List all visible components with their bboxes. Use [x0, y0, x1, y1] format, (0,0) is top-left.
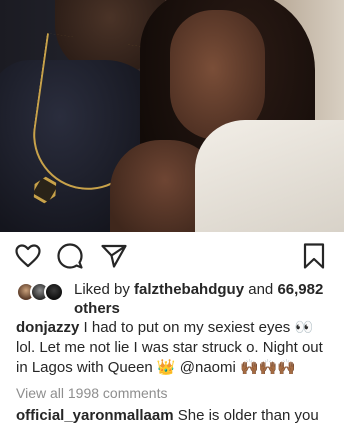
likes-summary[interactable]: Liked by falzthebahdguy and 66,982 others: [16, 280, 336, 320]
post-photo[interactable]: [0, 0, 344, 232]
avatar: [44, 282, 64, 302]
bookmark-outline-icon[interactable]: [300, 242, 328, 270]
comment-text: She is older than you: [173, 407, 319, 424]
likes-others-link[interactable]: others: [74, 300, 120, 317]
likes-middle: and: [244, 281, 278, 298]
comment-bubble-icon[interactable]: [56, 242, 84, 270]
comment-item: official_yaronmallaam She is older than …: [16, 406, 344, 426]
liker-username-link[interactable]: falzthebahdguy: [134, 281, 244, 298]
likes-count[interactable]: 66,982: [277, 281, 323, 298]
likes-text: Liked by falzthebahdguy and 66,982 others: [74, 280, 344, 318]
heart-outline-icon[interactable]: [14, 242, 42, 270]
paper-plane-icon[interactable]: [100, 242, 128, 270]
caption-username-link[interactable]: donjazzy: [16, 319, 79, 336]
post-caption: donjazzy I had to put on my sexiest eyes…: [16, 318, 336, 378]
liker-avatars: [16, 282, 66, 304]
photo-woman-top: [195, 120, 344, 232]
post-actions-bar: [0, 236, 344, 274]
comment-username-link[interactable]: official_yaronmallaam: [16, 407, 174, 424]
view-all-comments-link[interactable]: View all 1998 comments: [16, 385, 167, 401]
likes-prefix: Liked by: [74, 281, 135, 298]
